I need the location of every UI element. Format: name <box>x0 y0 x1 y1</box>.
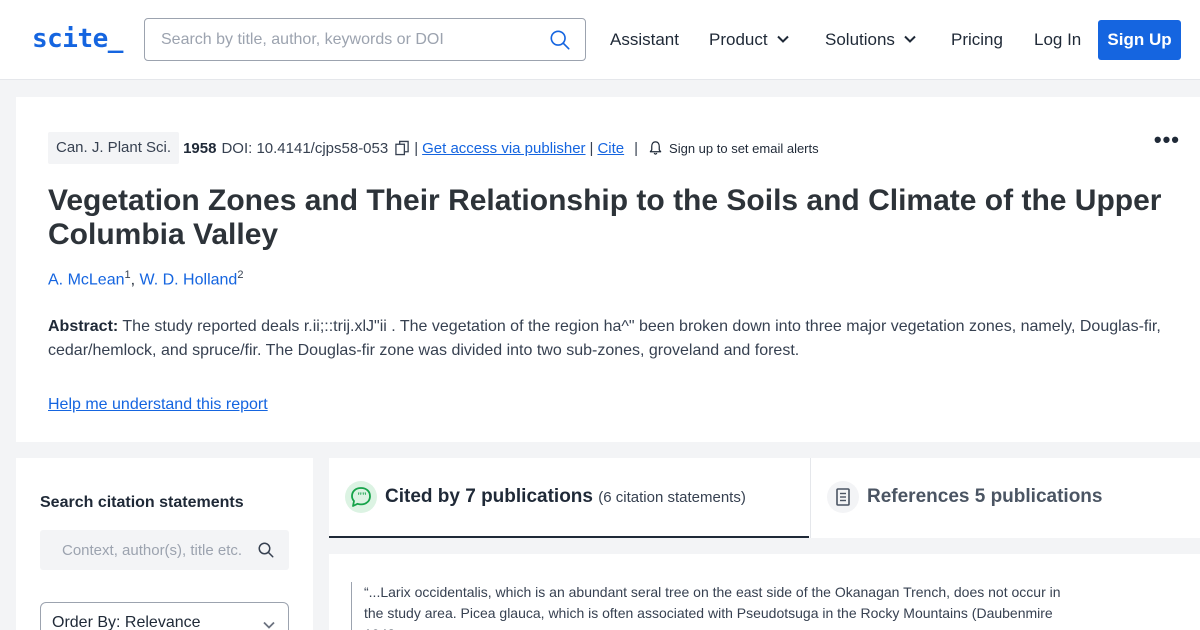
publication-year: 1958 <box>183 139 217 157</box>
speech-bubble-icon: " " <box>345 481 377 513</box>
citation-statement-card: “...Larix occidentalis, which is an abun… <box>329 554 1200 630</box>
citation-search-box[interactable] <box>40 530 289 570</box>
cite-link[interactable]: Cite <box>597 140 624 157</box>
abstract-label: Abstract: <box>48 318 119 335</box>
top-header: scite_ Assistant Product Solutions Prici… <box>0 0 1200 80</box>
chevron-down-icon <box>776 35 789 43</box>
access-link[interactable]: Get access via publisher <box>422 140 585 157</box>
nav-solutions[interactable]: Solutions <box>825 30 917 50</box>
author-affiliation: 1 <box>124 269 131 281</box>
nav-login[interactable]: Log In <box>1034 30 1081 50</box>
author-link[interactable]: A. McLean <box>48 271 124 288</box>
nav-product[interactable]: Product <box>709 30 790 50</box>
search-icon[interactable] <box>549 29 571 51</box>
separator: | <box>414 139 419 157</box>
abstract: Abstract: The study reported deals r.ii;… <box>48 315 1168 363</box>
chevron-down-icon <box>263 621 275 629</box>
journal-tag[interactable]: Can. J. Plant Sci. <box>48 132 180 164</box>
author-affiliation: 2 <box>237 269 244 281</box>
panel-title: Search citation statements <box>40 494 244 511</box>
svg-text:": " <box>362 492 368 503</box>
nav-assistant[interactable]: Assistant <box>610 30 679 50</box>
citation-tabs: " " Cited by 7 publications (6 citation … <box>329 458 1200 538</box>
author-link[interactable]: W. D. Holland <box>140 271 238 288</box>
references-count: References 5 publications <box>867 486 1103 507</box>
chevron-down-icon <box>904 35 916 43</box>
tab-references[interactable]: References 5 publications <box>810 458 1200 538</box>
search-icon[interactable] <box>257 541 275 559</box>
separator: | <box>634 139 639 157</box>
separator: | <box>589 139 594 157</box>
cited-by-count: Cited by 7 publications <box>385 486 593 507</box>
order-by-label: Order By: Relevance <box>52 614 201 630</box>
bell-icon[interactable] <box>648 140 663 156</box>
citation-quote: “...Larix occidentalis, which is an abun… <box>351 582 1081 630</box>
document-icon <box>827 481 859 513</box>
citation-search-input[interactable] <box>62 530 258 570</box>
nav-pricing[interactable]: Pricing <box>951 30 1003 50</box>
citation-statements-count: (6 citation statements) <box>598 489 746 506</box>
paper-card: Can. J. Plant Sci. 1958 DOI: 10.4141/cjp… <box>16 97 1200 442</box>
paper-title: Vegetation Zones and Their Relationship … <box>48 184 1162 251</box>
doi-text: DOI: 10.4141/cjps58-053 <box>221 139 389 157</box>
scite-logo[interactable]: scite_ <box>32 24 123 54</box>
author-list: A. McLean1, W. D. Holland2 <box>48 269 244 289</box>
order-by-select[interactable]: Order By: Relevance <box>40 602 289 630</box>
help-understand-link[interactable]: Help me understand this report <box>48 396 268 414</box>
email-alerts-link[interactable]: Sign up to set email alerts <box>669 141 819 156</box>
abstract-text: The study reported deals r.ii;::trij.xlJ… <box>48 318 1161 359</box>
tab-cited-by[interactable]: " " Cited by 7 publications (6 citation … <box>329 458 809 538</box>
citation-filter-panel: Search citation statements Order By: Rel… <box>16 458 313 630</box>
copy-icon[interactable] <box>395 140 410 156</box>
paper-meta: Can. J. Plant Sci. 1958 DOI: 10.4141/cjp… <box>48 132 819 164</box>
search-box[interactable] <box>144 18 586 61</box>
more-options-icon[interactable]: ••• <box>1154 127 1180 153</box>
search-input[interactable] <box>161 19 541 60</box>
signup-button[interactable]: Sign Up <box>1098 20 1181 60</box>
